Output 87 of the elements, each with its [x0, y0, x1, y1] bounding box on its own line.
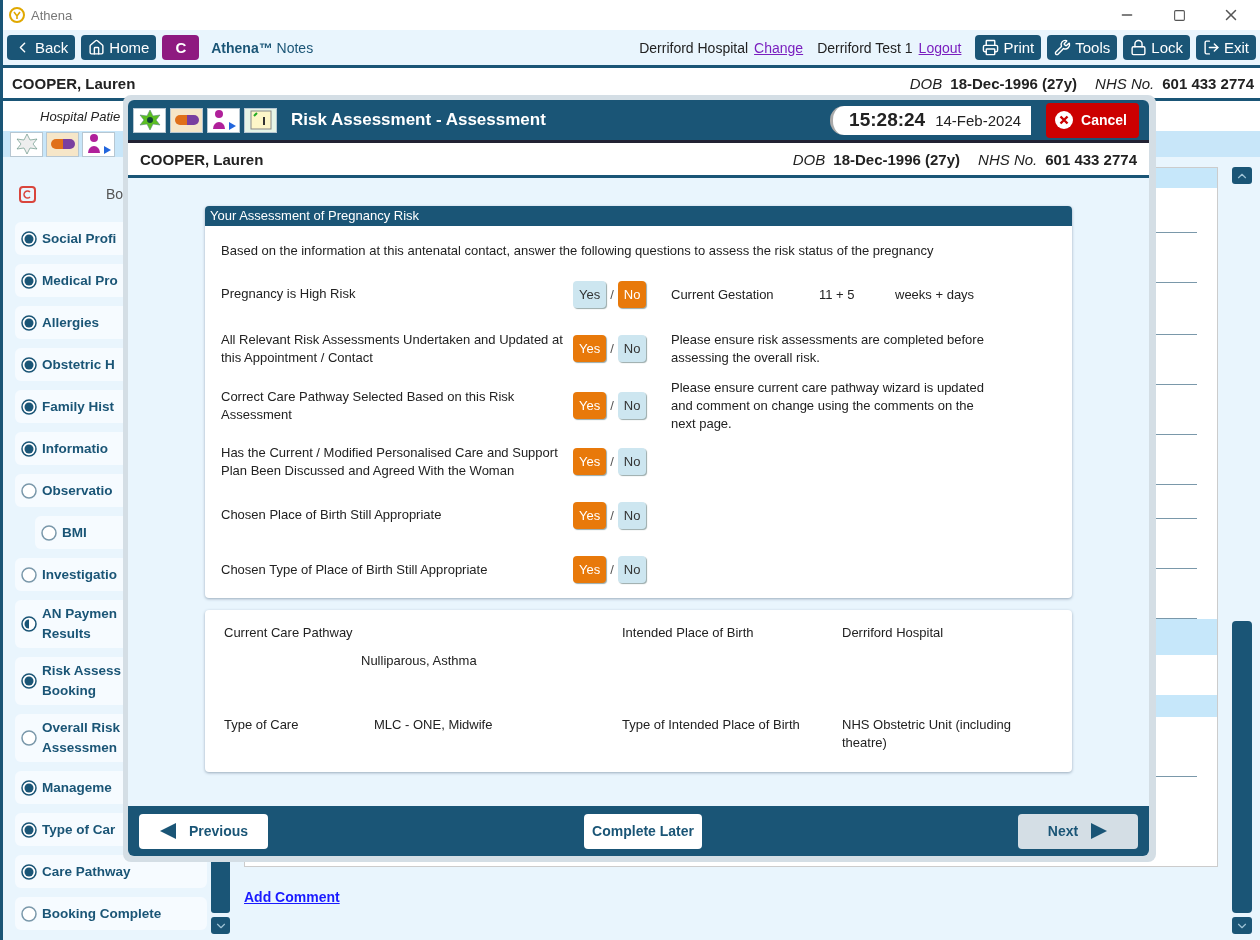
dialog-title: Risk Assessment - Assessment — [291, 110, 547, 130]
add-comment-link[interactable]: Add Comment — [244, 889, 340, 905]
star-icon — [14, 133, 39, 155]
answer-toggle[interactable]: No — [617, 501, 647, 529]
nhs-value: 601 433 2774 — [1045, 150, 1137, 168]
hospital-name: Derriford Hospital — [639, 39, 749, 56]
scrollbar-thumb[interactable] — [1232, 621, 1252, 913]
user-name: Derriford Test 1 — [817, 39, 913, 56]
maximize-icon[interactable] — [1172, 8, 1186, 22]
sidebar-heading: Bo — [106, 186, 124, 202]
card-title: Your Assessment of Pregnancy Risk — [205, 206, 1072, 226]
left-arrow-icon — [159, 822, 177, 840]
printer-icon — [982, 39, 1000, 56]
back-button[interactable]: Back — [7, 35, 76, 60]
dob-value: 18-Dec-1996 (27y) — [833, 150, 961, 168]
answer-toggle[interactable]: No — [617, 392, 647, 419]
tools-button[interactable]: Tools — [1047, 35, 1118, 60]
summary-label: Intended Place of Birth — [622, 624, 755, 642]
time: 15:28:24 — [849, 109, 926, 131]
answer-toggle[interactable]: No — [617, 335, 647, 362]
calendar-icon — [248, 109, 273, 131]
sidebar-item[interactable]: Booking Complete — [15, 897, 207, 930]
answer-separator: / — [610, 286, 614, 302]
date: 14-Feb-2024 — [935, 111, 1022, 129]
answer-toggle[interactable]: No — [617, 448, 647, 475]
gestation-value: 11 + 5 — [819, 286, 856, 302]
nhs-value: 601 433 2774 — [1162, 74, 1254, 92]
question-label: Chosen Type of Place of Birth Still Appropriate — [221, 560, 489, 579]
summary-value: Derriford Hospital — [842, 624, 945, 642]
intro-text: Based on the information at this antenatal contact, answer the following questions to assess the risk status of the pregnancy — [220, 242, 935, 260]
dob-label: DOB — [792, 150, 826, 168]
exit-button[interactable]: Exit — [1196, 35, 1256, 60]
lock-icon — [1130, 39, 1148, 56]
question-label: Has the Current / Modified Personalised Care and Support Plan Been Discussed and Agreed With the Woman — [221, 443, 559, 480]
cancel-button[interactable]: Cancel — [1046, 102, 1139, 138]
pill-icon — [173, 114, 200, 126]
answer-toggle[interactable]: No — [617, 556, 647, 583]
nhs-label: NHS No. — [1095, 74, 1155, 92]
question-label: Pregnancy is High Risk — [221, 285, 357, 303]
star-icon — [137, 109, 162, 131]
later-button[interactable]: Complete Later — [584, 813, 703, 849]
logout-link[interactable]: Logout — [918, 39, 962, 56]
note-text: Please ensure current care pathway wizard is updated and comment on change using the comments on the next page. — [671, 378, 985, 433]
answer-separator: / — [610, 454, 614, 469]
window-title: Athena — [31, 7, 74, 23]
summary-value: Nulliparous, Asthma — [361, 652, 478, 670]
patient-name: COOPER, Lauren — [12, 74, 137, 92]
letter-button[interactable]: C — [162, 35, 200, 60]
answer-separator: / — [610, 341, 614, 356]
subheading: Hospital Patie — [40, 108, 121, 124]
app-logo-icon — [9, 7, 25, 23]
change-link[interactable]: Change — [754, 39, 804, 56]
tools-icon — [1054, 39, 1072, 56]
question-label: Chosen Place of Birth Still Appropriate — [221, 506, 443, 524]
nhs-label: NHS No. — [978, 150, 1038, 168]
patient-name: COOPER, Lauren — [140, 150, 265, 168]
pill-icon — [49, 138, 76, 150]
summary-value: NHS Obstetric Unit (including theatre) — [842, 716, 1013, 752]
sidebar-item[interactable]: Care Pathway — [15, 855, 207, 888]
answer-toggle[interactable]: Yes — [573, 280, 607, 308]
scroll-down-icon[interactable] — [1232, 917, 1252, 934]
right-arrow-icon — [1090, 822, 1109, 840]
exit-icon — [1203, 39, 1220, 56]
answer-separator: / — [610, 398, 614, 413]
gestation-label: Current Gestation — [671, 286, 775, 302]
dob-value: 18-Dec-1996 (27y) — [950, 74, 1078, 92]
cancel-icon — [1054, 110, 1075, 130]
summary-label: Type of Care — [224, 716, 300, 734]
print-button[interactable]: Print — [975, 35, 1042, 60]
summary-value: MLC - ONE, Midwife — [373, 716, 494, 734]
answer-separator: / — [610, 507, 614, 523]
previous-button[interactable]: Previous — [139, 813, 269, 849]
app-name: Athena™ Notes — [211, 39, 314, 56]
lock-button[interactable]: Lock — [1123, 35, 1190, 60]
gestation-unit: weeks + days — [895, 286, 976, 302]
question-label: All Relevant Risk Assessments Undertaken and Updated at this Appointment / Contact — [221, 330, 564, 367]
summary-label: Current Care Pathway — [224, 624, 354, 642]
home-button[interactable]: Home — [81, 35, 157, 60]
home-icon — [88, 39, 106, 56]
scroll-up-icon[interactable] — [1232, 167, 1252, 184]
question-label: Correct Care Pathway Selected Based on this Risk Assessment — [221, 387, 516, 424]
dob-label: DOB — [909, 74, 943, 92]
answer-separator: / — [610, 562, 614, 577]
scroll-down-icon[interactable] — [211, 917, 230, 934]
summary-label: Type of Intended Place of Birth — [622, 716, 801, 734]
c-icon — [19, 185, 36, 203]
note-text: Please ensure risk assessments are completed before assessing the overall risk. — [671, 330, 985, 367]
